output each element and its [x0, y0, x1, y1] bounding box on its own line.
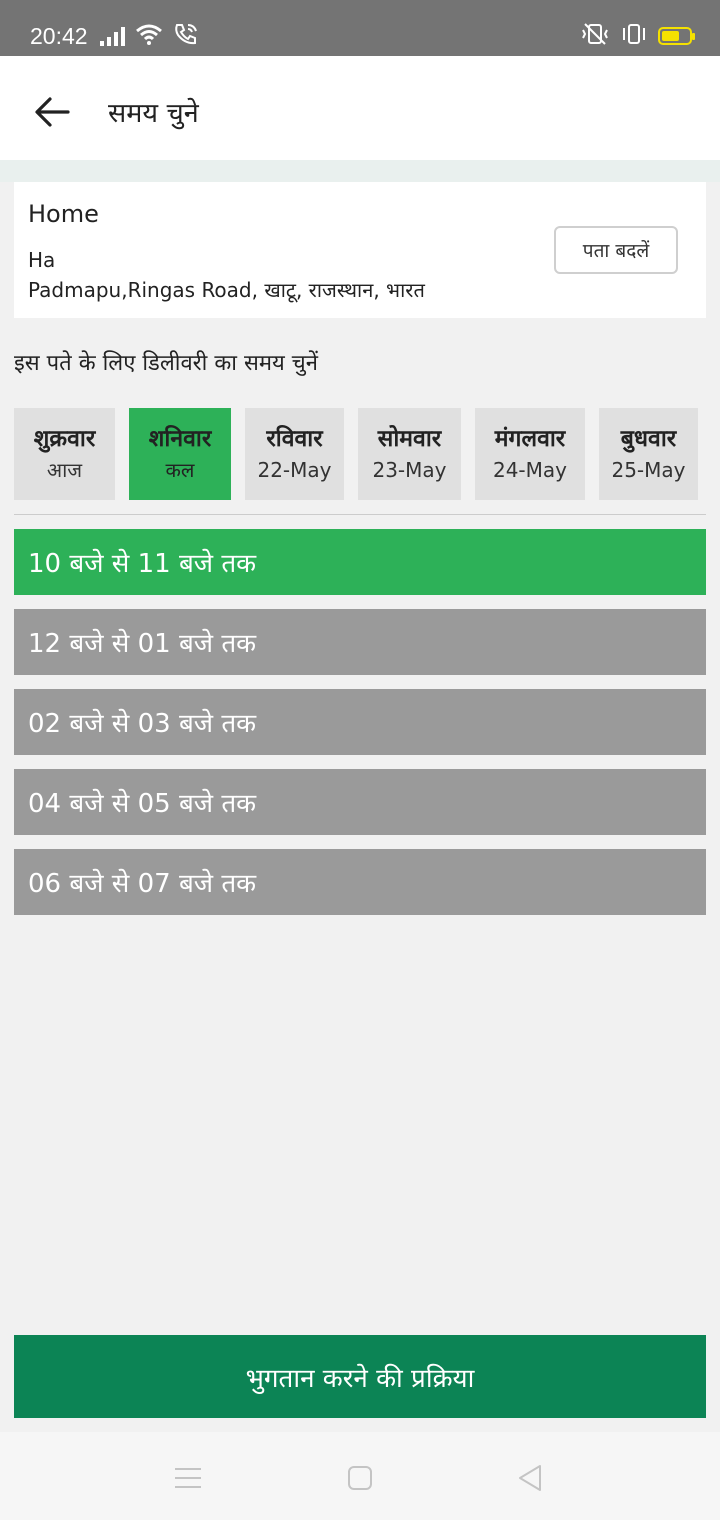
time-slot-1[interactable]: 10 बजे से 11 बजे तक	[14, 529, 706, 595]
status-icons-left	[100, 22, 199, 50]
address-card: Home Ha Padmapu,Ringas Road, खाटू, राजस्…	[14, 182, 706, 318]
day-date: 22-May	[257, 458, 332, 482]
signal-icon	[100, 26, 125, 46]
wifi-icon	[135, 23, 163, 49]
address-label: Home	[28, 200, 99, 228]
day-date: 25-May	[611, 458, 686, 482]
vibrate-icon	[620, 22, 648, 50]
day-name: सोमवार	[377, 426, 442, 452]
time-slot-5[interactable]: 06 बजे से 07 बजे तक	[14, 849, 706, 915]
wifi-calling-icon	[173, 22, 199, 50]
day-date: 23-May	[372, 458, 447, 482]
battery-icon	[658, 27, 695, 45]
time-slot-3[interactable]: 02 बजे से 03 बजे तक	[14, 689, 706, 755]
app-bar: समय चुने	[0, 56, 720, 160]
proceed-to-payment-button[interactable]: भुगतान करने की प्रक्रिया	[14, 1335, 706, 1418]
menu-nav-button[interactable]	[168, 1458, 208, 1498]
time-slot-2[interactable]: 12 बजे से 01 बजे तक	[14, 609, 706, 675]
day-tab-saturday[interactable]: शनिवार कल	[129, 408, 231, 500]
page-title: समय चुने	[108, 98, 199, 129]
delivery-time-prompt: इस पते के लिए डिलीवरी का समय चुनें	[14, 351, 318, 376]
day-tab-wednesday[interactable]: बुधवार 25-May	[599, 408, 698, 500]
time-slot-4[interactable]: 04 बजे से 05 बजे तक	[14, 769, 706, 835]
day-name: शनिवार	[148, 426, 212, 452]
day-name: शुक्रवार	[33, 426, 96, 452]
system-nav-bar	[0, 1432, 720, 1520]
day-date: 24-May	[492, 458, 567, 482]
home-icon	[348, 1466, 372, 1490]
address-line-2: Padmapu,Ringas Road, खाटू, राजस्थान, भार…	[28, 278, 425, 302]
back-arrow-icon	[35, 97, 70, 127]
day-name: बुधवार	[620, 426, 677, 452]
day-tab-monday[interactable]: सोमवार 23-May	[358, 408, 461, 500]
day-tab-tuesday[interactable]: मंगलवार 24-May	[475, 408, 585, 500]
day-name: मंगलवार	[494, 426, 566, 452]
divider	[14, 514, 706, 515]
back-button[interactable]	[24, 84, 80, 140]
status-bar: 20:42	[0, 0, 720, 56]
menu-icon	[175, 1468, 201, 1488]
address-line-1: Ha	[28, 248, 56, 272]
day-date: कल	[165, 458, 195, 482]
change-address-button[interactable]: पता बदलें	[554, 226, 678, 274]
home-nav-button[interactable]	[340, 1458, 380, 1498]
day-name: रविवार	[266, 426, 323, 452]
back-nav-button[interactable]	[510, 1458, 550, 1498]
header-divider	[0, 160, 720, 182]
day-tab-sunday[interactable]: रविवार 22-May	[245, 408, 344, 500]
status-time: 20:42	[30, 23, 88, 49]
status-icons-right	[580, 22, 695, 50]
day-date: आज	[46, 458, 83, 482]
day-tab-friday[interactable]: शुक्रवार आज	[14, 408, 115, 500]
vibrate-off-icon	[580, 22, 610, 50]
back-icon	[519, 1465, 541, 1491]
